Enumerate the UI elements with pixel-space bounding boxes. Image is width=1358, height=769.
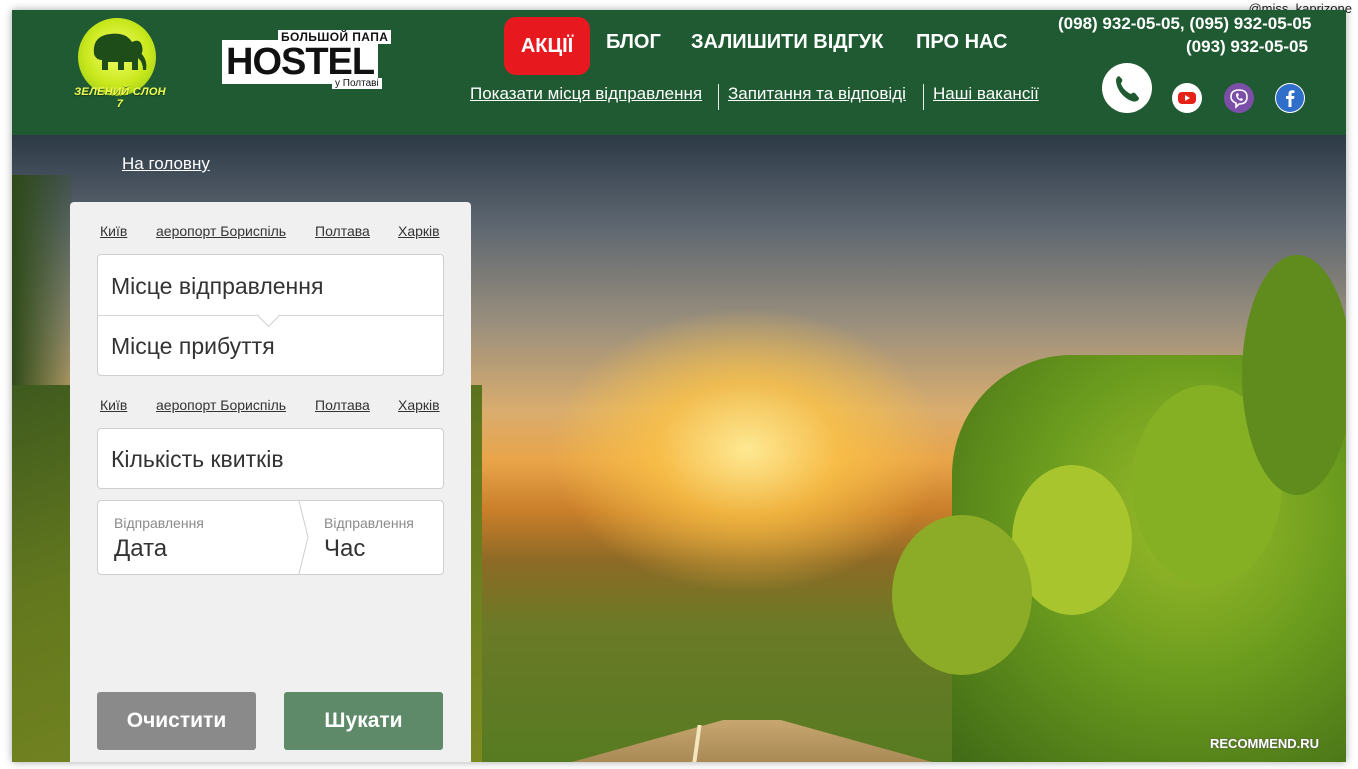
departure-date-field[interactable]: Відправлення Дата bbox=[98, 501, 308, 574]
phone-numbers-line1[interactable]: (098) 932-05-05, (095) 932-05-05 bbox=[1058, 14, 1311, 34]
nav-about[interactable]: ПРО НАС bbox=[916, 31, 1007, 54]
call-button[interactable] bbox=[1102, 63, 1152, 113]
viber-link[interactable] bbox=[1224, 83, 1254, 113]
sublink-divider bbox=[718, 84, 719, 110]
departure-time-field[interactable]: Відправлення Час bbox=[310, 501, 443, 574]
site-header: ЗЕЛЕНИЙ СЛОН 7 HOSTEL БОЛЬШОЙ ПАПА у Пол… bbox=[12, 10, 1346, 135]
green-elephant-logo[interactable]: ЗЕЛЕНИЙ СЛОН 7 bbox=[70, 16, 170, 110]
quick-to-kharkiv[interactable]: Харків bbox=[398, 397, 440, 413]
tickets-count-placeholder: Кількість квитків bbox=[111, 446, 284, 472]
breadcrumb-home-link[interactable]: На головну bbox=[122, 154, 210, 174]
search-panel: Київ аеропорт Бориспіль Полтава Харків М… bbox=[70, 202, 471, 762]
link-faq[interactable]: Запитання та відповіді bbox=[728, 84, 906, 104]
header-sublinks: Показати місця відправлення Запитання та… bbox=[470, 84, 1070, 112]
hero-tree bbox=[1242, 255, 1346, 495]
time-value: Час bbox=[324, 535, 366, 562]
nav-blog[interactable]: БЛОГ bbox=[606, 31, 661, 54]
phone-numbers-line2[interactable]: (093) 932-05-05 bbox=[1186, 37, 1308, 57]
date-value: Дата bbox=[114, 535, 168, 562]
tickets-count-input[interactable]: Кількість квитків bbox=[97, 428, 444, 489]
facebook-icon bbox=[1276, 84, 1304, 112]
quick-from-links: Київ аеропорт Бориспіль Полтава Харків bbox=[70, 223, 471, 243]
sublink-divider bbox=[923, 84, 924, 110]
quick-to-links: Київ аеропорт Бориспіль Полтава Харків bbox=[70, 397, 471, 417]
route-caret bbox=[257, 305, 280, 328]
elephant-logo-text: ЗЕЛЕНИЙ СЛОН 7 bbox=[74, 86, 166, 110]
quick-to-kyiv[interactable]: Київ bbox=[100, 397, 127, 413]
hero-tree bbox=[892, 515, 1032, 675]
clear-button[interactable]: Очистити bbox=[97, 692, 256, 750]
arrival-place-input[interactable]: Місце прибуття bbox=[111, 333, 275, 360]
quick-from-poltava[interactable]: Полтава bbox=[315, 223, 370, 239]
quick-to-boryspil[interactable]: аеропорт Бориспіль bbox=[156, 397, 286, 413]
quick-from-kyiv[interactable]: Київ bbox=[100, 223, 127, 239]
hostel-logo-sub: у Полтаві bbox=[332, 78, 382, 89]
viber-icon bbox=[1230, 89, 1248, 109]
hero-road bbox=[572, 720, 932, 762]
youtube-link[interactable] bbox=[1172, 83, 1202, 113]
link-vacancies[interactable]: Наші вакансії bbox=[933, 84, 1039, 104]
quick-to-poltava[interactable]: Полтава bbox=[315, 397, 370, 413]
search-button[interactable]: Шукати bbox=[284, 692, 443, 750]
date-label: Відправлення bbox=[114, 515, 204, 531]
nav-promo-button[interactable]: АКЦІЇ bbox=[504, 17, 590, 75]
link-departure-places[interactable]: Показати місця відправлення bbox=[470, 84, 702, 104]
page-frame: ЗЕЛЕНИЙ СЛОН 7 HOSTEL БОЛЬШОЙ ПАПА у Пол… bbox=[12, 10, 1346, 762]
elephant-icon bbox=[93, 33, 147, 70]
time-label: Відправлення bbox=[324, 515, 414, 531]
facebook-link[interactable] bbox=[1275, 83, 1305, 113]
hostel-logo-top: БОЛЬШОЙ ПАПА bbox=[278, 30, 392, 44]
route-fields: Місце відправлення Місце прибуття bbox=[97, 254, 444, 376]
nav-leave-review[interactable]: ЗАЛИШИТИ ВІДГУК bbox=[691, 31, 883, 54]
youtube-icon bbox=[1178, 92, 1196, 104]
date-time-fields: Відправлення Дата Відправлення Час bbox=[97, 500, 444, 575]
hostel-logo[interactable]: HOSTEL БОЛЬШОЙ ПАПА у Полтаві bbox=[222, 28, 402, 98]
quick-from-boryspil[interactable]: аеропорт Бориспіль bbox=[156, 223, 286, 239]
watermark-site: RECOMMEND.RU bbox=[1210, 736, 1320, 751]
quick-from-kharkiv[interactable]: Харків bbox=[398, 223, 440, 239]
departure-place-input[interactable]: Місце відправлення bbox=[111, 273, 323, 300]
phone-icon bbox=[1116, 76, 1139, 102]
